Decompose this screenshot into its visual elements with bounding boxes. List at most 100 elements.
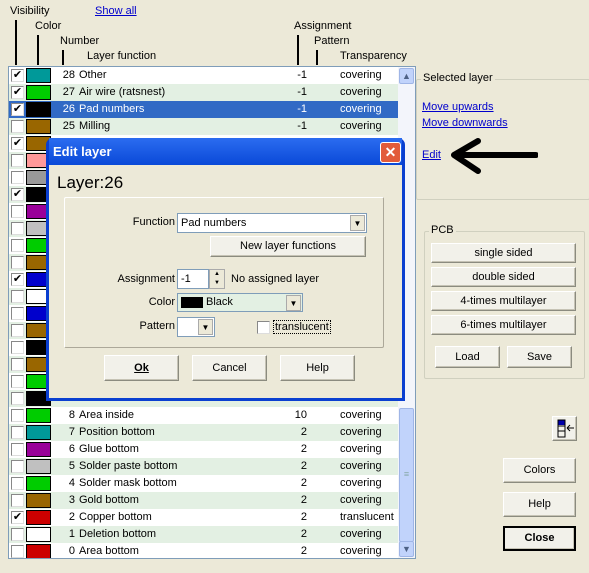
layer-row[interactable]: 7 Position bottom 2 covering <box>9 424 398 441</box>
translucent-checkbox[interactable] <box>257 321 270 334</box>
double-sided-button[interactable]: double sided <box>431 267 576 287</box>
single-sided-button[interactable]: single sided <box>431 243 576 263</box>
visibility-checkbox[interactable] <box>11 239 24 252</box>
color-swatch[interactable] <box>26 544 51 558</box>
color-swatch[interactable] <box>26 459 51 474</box>
color-swatch[interactable] <box>26 68 51 83</box>
four-layer-button[interactable]: 4-times multilayer <box>431 291 576 311</box>
header-function: Layer function <box>87 50 157 62</box>
layer-assignment: 2 <box>300 545 307 557</box>
header-line <box>37 35 39 65</box>
layer-row[interactable]: 8 Area inside 10 covering <box>9 407 398 424</box>
save-button[interactable]: Save <box>507 346 572 368</box>
close-button[interactable]: Close <box>503 526 576 551</box>
layer-assignment: 2 <box>300 426 307 438</box>
visibility-checkbox[interactable] <box>11 222 24 235</box>
visibility-checkbox[interactable] <box>11 443 24 456</box>
visibility-checkbox[interactable] <box>11 392 24 405</box>
scroll-down-icon[interactable]: ▼ <box>399 541 414 557</box>
visibility-checkbox[interactable] <box>11 256 24 269</box>
ok-button[interactable]: Ok <box>104 355 179 381</box>
layer-row[interactable]: ✔ 2 Copper bottom 2 translucent <box>9 509 398 526</box>
visibility-checkbox[interactable] <box>11 120 24 133</box>
chevron-down-icon: ▼ <box>350 215 365 231</box>
visibility-checkbox[interactable] <box>11 307 24 320</box>
new-layer-functions-button[interactable]: New layer functions <box>210 236 366 257</box>
visibility-checkbox[interactable]: ✔ <box>11 188 24 201</box>
layer-row[interactable]: ✔ 28 Other -1 covering <box>9 67 398 84</box>
cancel-button[interactable]: Cancel <box>192 355 267 381</box>
assignment-spinner[interactable]: ▲ ▼ <box>209 269 225 289</box>
layer-transparency: covering <box>340 120 382 132</box>
layer-function: Copper bottom <box>79 511 152 523</box>
visibility-checkbox[interactable]: ✔ <box>11 86 24 99</box>
show-all-link[interactable]: Show all <box>95 5 137 17</box>
visibility-checkbox[interactable] <box>11 205 24 218</box>
layer-row[interactable]: 6 Glue bottom 2 covering <box>9 441 398 458</box>
color-swatch[interactable] <box>26 510 51 525</box>
layer-row[interactable]: 0 Area bottom 2 covering <box>9 543 398 558</box>
visibility-checkbox[interactable] <box>11 358 24 371</box>
translucent-label[interactable]: translucent <box>273 320 331 334</box>
layer-row[interactable]: 1 Deletion bottom 2 covering <box>9 526 398 543</box>
visibility-checkbox[interactable] <box>11 494 24 507</box>
visibility-checkbox[interactable]: ✔ <box>11 511 24 524</box>
scroll-thumb[interactable]: ≡ <box>399 408 414 542</box>
visibility-checkbox[interactable] <box>11 290 24 303</box>
color-swatch[interactable] <box>26 476 51 491</box>
dialog-close-button[interactable]: ✕ <box>380 142 401 163</box>
layer-number: 28 <box>62 69 75 81</box>
color-swatch[interactable] <box>26 119 51 134</box>
assignment-input[interactable]: -1 <box>177 269 209 289</box>
dialog-help-button[interactable]: Help <box>280 355 355 381</box>
color-select[interactable]: Black ▼ <box>177 293 303 312</box>
load-button[interactable]: Load <box>435 346 500 368</box>
visibility-checkbox[interactable]: ✔ <box>11 137 24 150</box>
help-button[interactable]: Help <box>503 492 576 517</box>
color-swatch[interactable] <box>26 425 51 440</box>
visibility-checkbox[interactable] <box>11 341 24 354</box>
pattern-select[interactable]: ▼ <box>177 317 215 337</box>
six-layer-button[interactable]: 6-times multilayer <box>431 315 576 335</box>
layer-row[interactable]: ✔ 26 Pad numbers -1 covering <box>9 101 398 118</box>
colors-label: Colors <box>523 464 556 476</box>
visibility-checkbox[interactable] <box>11 324 24 337</box>
dialog-title: Edit layer <box>49 138 402 165</box>
layer-heading: Layer:26 <box>57 173 124 192</box>
color-swatch[interactable] <box>26 527 51 542</box>
layer-row[interactable]: 5 Solder paste bottom 2 covering <box>9 458 398 475</box>
layer-function: Gold bottom <box>79 494 139 506</box>
move-upwards-link[interactable]: Move upwards <box>422 101 494 113</box>
visibility-checkbox[interactable]: ✔ <box>11 69 24 82</box>
layer-stack-button[interactable] <box>552 416 577 441</box>
visibility-checkbox[interactable]: ✔ <box>11 103 24 116</box>
layer-row[interactable]: 4 Solder mask bottom 2 covering <box>9 475 398 492</box>
visibility-checkbox[interactable] <box>11 528 24 541</box>
color-swatch[interactable] <box>26 85 51 100</box>
header-line <box>316 50 318 65</box>
colors-button[interactable]: Colors <box>503 458 576 483</box>
function-select[interactable]: Pad numbers ▼ <box>177 213 367 233</box>
visibility-checkbox[interactable] <box>11 460 24 473</box>
color-swatch[interactable] <box>26 102 51 117</box>
layer-row[interactable]: ✔ 27 Air wire (ratsnest) -1 covering <box>9 84 398 101</box>
layer-transparency: covering <box>340 426 382 438</box>
color-swatch[interactable] <box>26 408 51 423</box>
visibility-checkbox[interactable]: ✔ <box>11 273 24 286</box>
layer-row[interactable]: 3 Gold bottom 2 covering <box>9 492 398 509</box>
scroll-up-icon[interactable]: ▲ <box>399 68 414 84</box>
layer-row[interactable]: 25 Milling -1 covering <box>9 118 398 135</box>
color-swatch[interactable] <box>26 442 51 457</box>
header-transparency: Transparency <box>340 50 407 62</box>
visibility-checkbox[interactable] <box>11 154 24 167</box>
move-downwards-link[interactable]: Move downwards <box>422 117 508 129</box>
pattern-label: Pattern <box>139 320 175 332</box>
visibility-checkbox[interactable] <box>11 477 24 490</box>
visibility-checkbox[interactable] <box>11 409 24 422</box>
visibility-checkbox[interactable] <box>11 545 24 558</box>
visibility-checkbox[interactable] <box>11 426 24 439</box>
color-swatch[interactable] <box>26 493 51 508</box>
visibility-checkbox[interactable] <box>11 171 24 184</box>
edit-link[interactable]: Edit <box>422 149 441 161</box>
visibility-checkbox[interactable] <box>11 375 24 388</box>
